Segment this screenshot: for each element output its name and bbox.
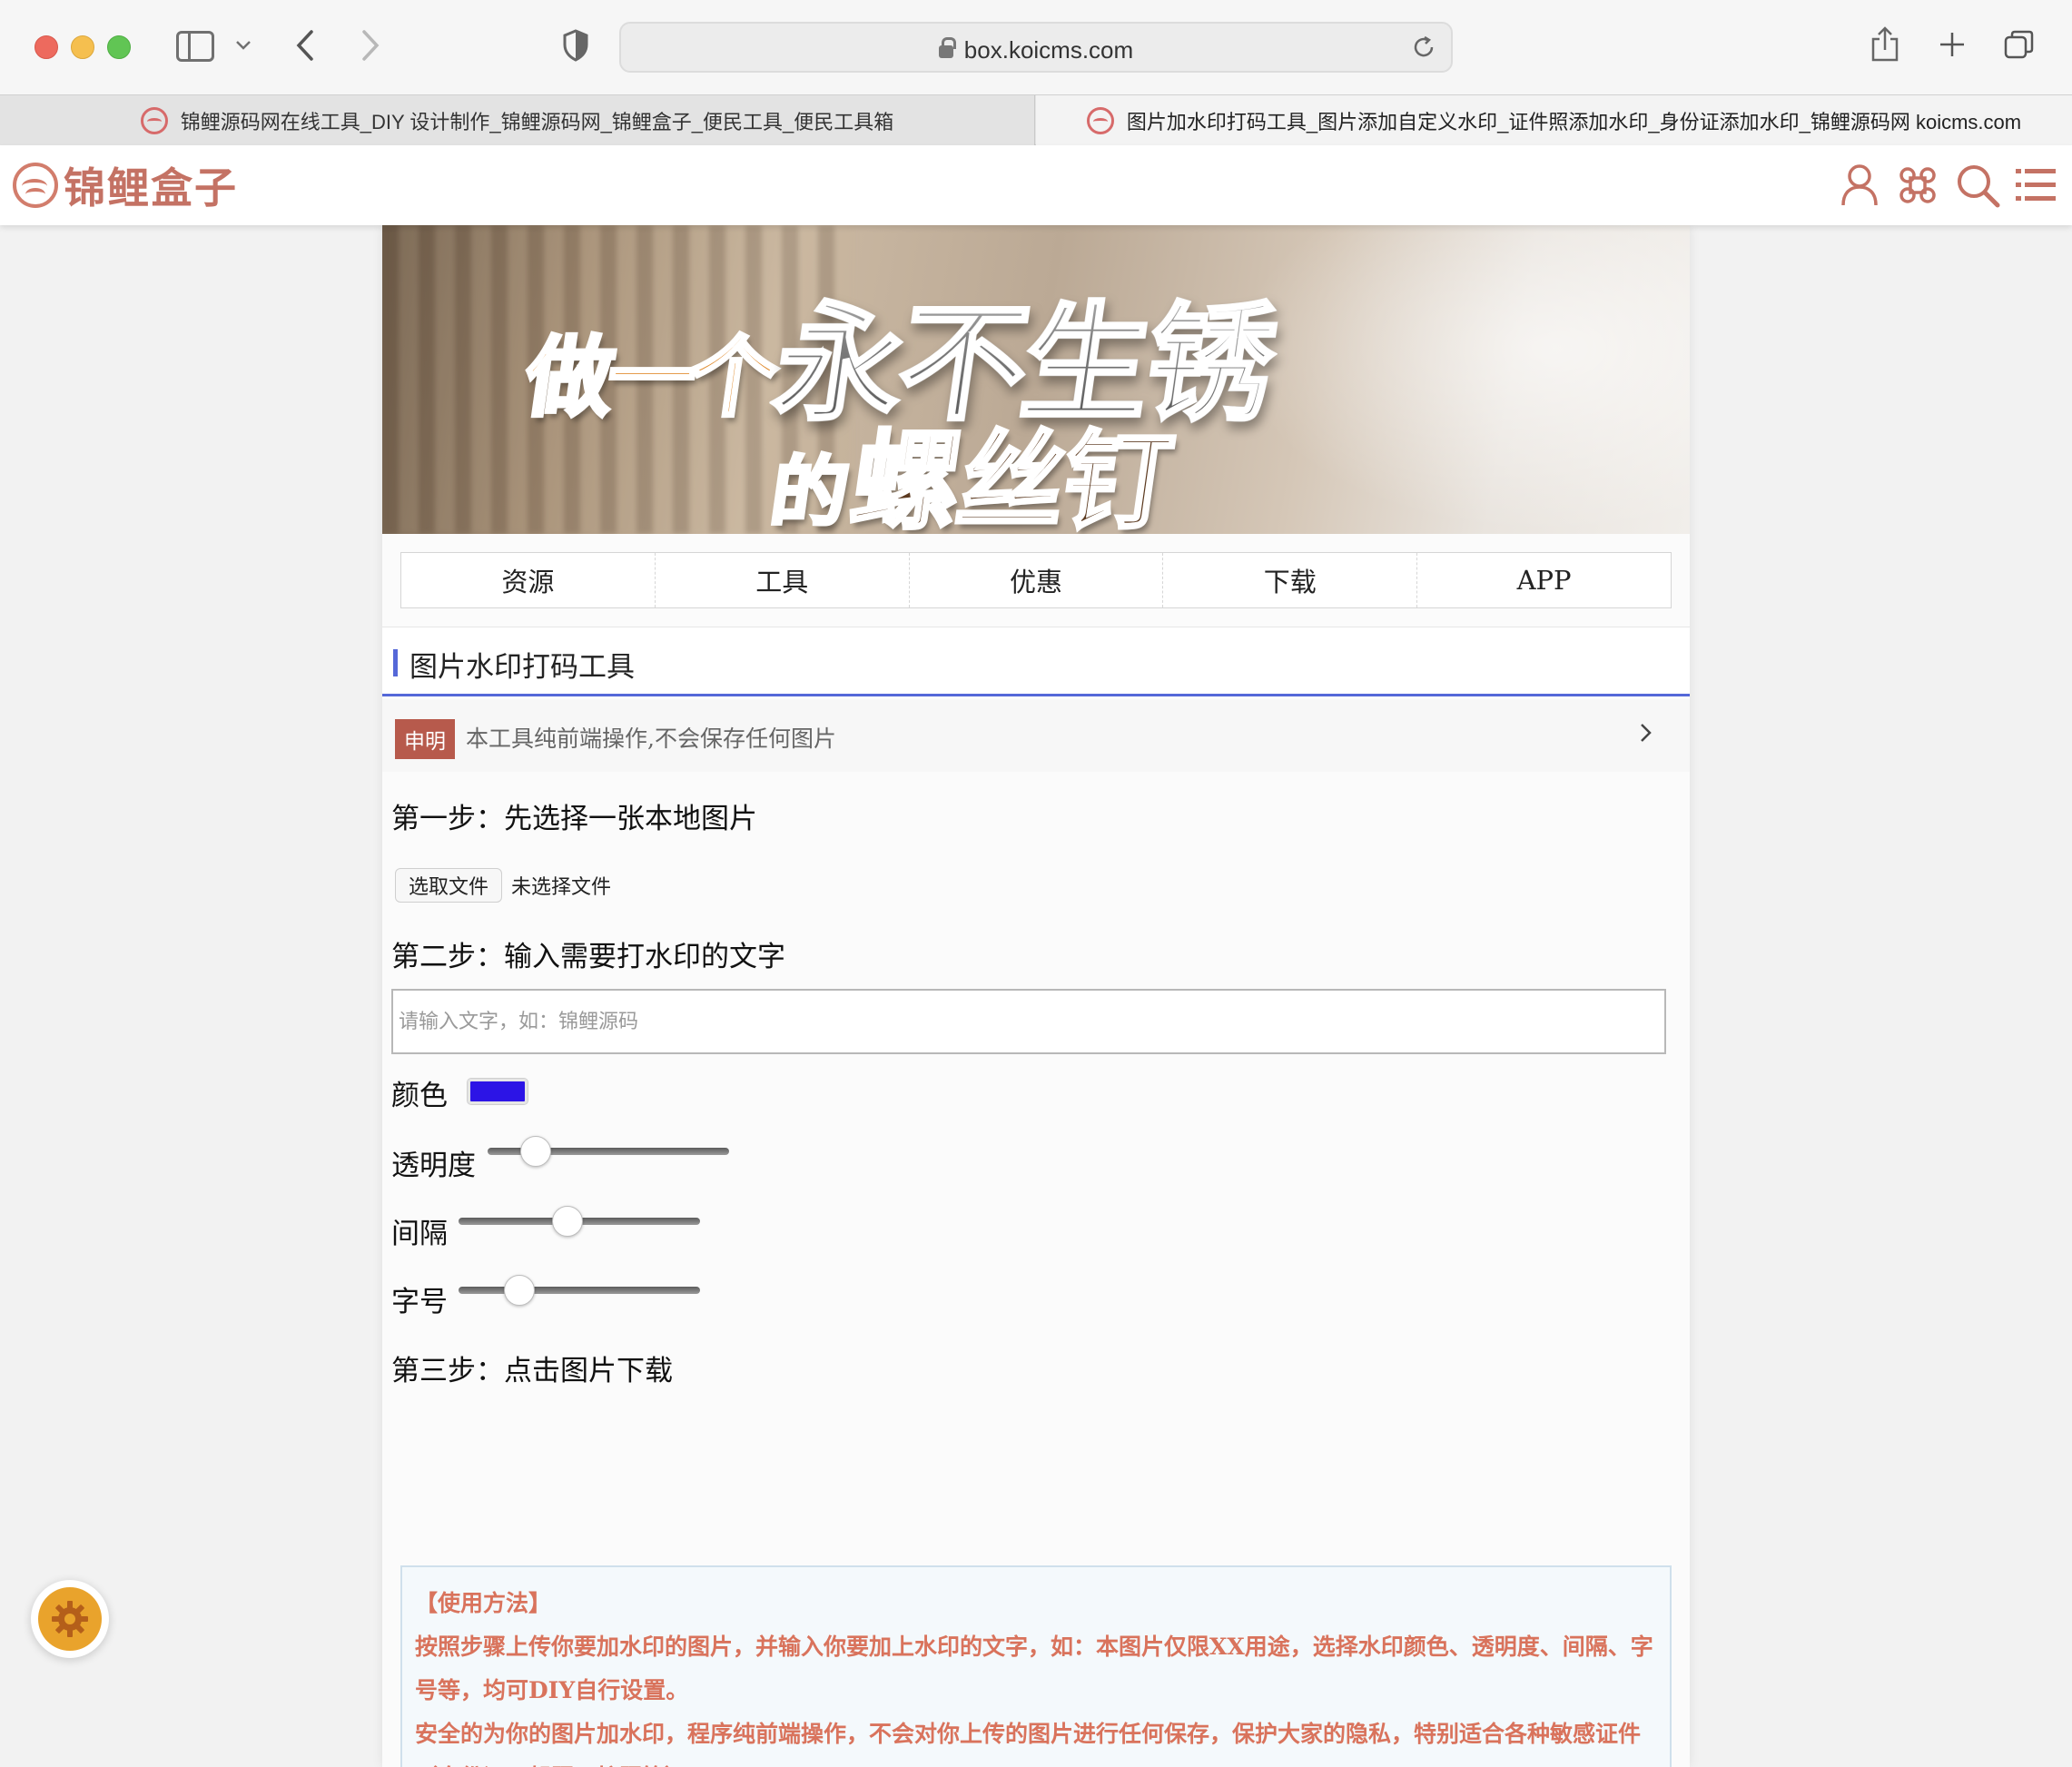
site-logo[interactable]: 锦鲤盒子 xyxy=(13,158,238,212)
step1-heading: 第一步：先选择一张本地图片 xyxy=(391,803,757,835)
banner-glow xyxy=(1236,225,1690,534)
nav-item-tools[interactable]: 工具 xyxy=(656,553,910,607)
reload-icon[interactable] xyxy=(1409,33,1438,62)
address-bar[interactable]: box.koicms.com xyxy=(619,22,1453,73)
chevron-down-icon[interactable] xyxy=(232,27,254,64)
forward-button[interactable] xyxy=(354,22,387,69)
file-status: 未选择文件 xyxy=(511,876,612,899)
logo-text: 锦鲤盒子 xyxy=(64,163,238,212)
usage-paragraph: 安全的为你的图片加水印，程序纯前端操作，不会对你上传的图片进行任何保存，保护大家… xyxy=(415,1721,1642,1767)
spacing-label: 间隔 xyxy=(391,1218,448,1250)
window-zoom-button[interactable] xyxy=(107,35,131,59)
privacy-shield-icon[interactable] xyxy=(559,27,592,64)
menu-icon[interactable] xyxy=(2012,162,2059,209)
browser-toolbar: box.koicms.com xyxy=(0,0,2072,94)
choose-file-button[interactable]: 选取文件 xyxy=(395,868,503,903)
nav-item-app[interactable]: APP xyxy=(1417,553,1671,607)
slider-thumb[interactable] xyxy=(503,1275,535,1306)
step2-heading: 第二步：输入需要打水印的文字 xyxy=(391,941,785,973)
watermark-text-input[interactable] xyxy=(393,991,1664,1052)
fontsize-label: 字号 xyxy=(391,1286,448,1318)
tab-title: 图片加水印打码工具_图片添加自定义水印_证件照添加水印_身份证添加水印_锦鲤源码… xyxy=(1126,110,2022,133)
usage-title: 【使用方法】 xyxy=(415,1590,552,1616)
banner-slogan-big: 螺丝钉 xyxy=(842,417,1179,534)
apps-icon[interactable] xyxy=(1894,162,1941,209)
site-favicon-icon xyxy=(1086,106,1114,134)
gear-icon xyxy=(38,1587,102,1651)
notice-text: 本工具纯前端操作,不会保存任何图片 xyxy=(466,726,836,752)
banner-image[interactable]: 做一个 永不生锈 的 螺丝钉 xyxy=(382,225,1690,534)
share-icon[interactable] xyxy=(1867,24,1903,65)
fontsize-slider[interactable] xyxy=(459,1275,700,1306)
site-header: 锦鲤盒子 xyxy=(0,145,2072,225)
chevron-right-icon[interactable] xyxy=(1639,717,1653,751)
notice-bar[interactable]: 申明 本工具纯前端操作,不会保存任何图片 xyxy=(382,699,1690,772)
spacing-slider[interactable] xyxy=(459,1206,700,1237)
slider-track xyxy=(459,1287,700,1294)
url-text: box.koicms.com xyxy=(963,36,1134,64)
window-close-button[interactable] xyxy=(35,35,58,59)
banner-slogan-small: 的 xyxy=(764,446,856,534)
page-content: 做一个 永不生锈 的 螺丝钉 资源 工具 优惠 下载 APP 图片水印打码工具 … xyxy=(382,225,1690,1767)
tool-header: 图片水印打码工具 xyxy=(382,627,1690,696)
user-icon[interactable] xyxy=(1836,162,1883,209)
nav-item-deals[interactable]: 优惠 xyxy=(910,553,1164,607)
usage-box: 【使用方法】 按照步骤上传你要加水印的图片，并输入你要加上水印的文字，如：本图片… xyxy=(400,1565,1672,1767)
tab-bar: 锦鲤源码网在线工具_DIY 设计制作_锦鲤源码网_锦鲤盒子_便民工具_便民工具箱… xyxy=(0,94,2072,145)
browser-tab-active[interactable]: 图片加水印打码工具_图片添加自定义水印_证件照添加水印_身份证添加水印_锦鲤源码… xyxy=(1036,95,2072,145)
lock-icon xyxy=(938,37,956,58)
nav-item-resources[interactable]: 资源 xyxy=(401,553,656,607)
opacity-label: 透明度 xyxy=(391,1150,476,1182)
title-accent-bar xyxy=(393,649,398,676)
slider-thumb[interactable] xyxy=(520,1136,552,1167)
main-nav: 资源 工具 优惠 下载 APP xyxy=(400,552,1672,608)
new-tab-icon[interactable] xyxy=(1934,24,1970,65)
nav-item-downloads[interactable]: 下载 xyxy=(1163,553,1418,607)
sidebar-toggle-icon[interactable] xyxy=(176,31,214,62)
banner-slogan-line2: 的 螺丝钉 xyxy=(764,394,1179,534)
search-icon[interactable] xyxy=(1954,162,2001,209)
tab-overview-icon[interactable] xyxy=(2001,24,2037,65)
color-label: 颜色 xyxy=(391,1080,448,1112)
file-picker: 选取文件 未选择文件 xyxy=(395,868,611,903)
watermark-text-field[interactable] xyxy=(391,989,1666,1054)
site-favicon-icon xyxy=(140,106,168,134)
tab-title: 锦鲤源码网在线工具_DIY 设计制作_锦鲤源码网_锦鲤盒子_便民工具_便民工具箱 xyxy=(180,110,894,133)
opacity-slider[interactable] xyxy=(488,1136,729,1167)
notice-badge: 申明 xyxy=(395,719,455,759)
page-title: 图片水印打码工具 xyxy=(409,651,635,684)
banner-slogan-small: 做一个 xyxy=(518,325,781,430)
back-button[interactable] xyxy=(289,22,321,69)
browser-tab[interactable]: 锦鲤源码网在线工具_DIY 设计制作_锦鲤源码网_锦鲤盒子_便民工具_便民工具箱 xyxy=(0,95,1035,145)
slider-thumb[interactable] xyxy=(551,1206,583,1237)
color-picker[interactable] xyxy=(467,1078,528,1105)
window-minimize-button[interactable] xyxy=(71,35,94,59)
koi-logo-icon xyxy=(13,163,58,208)
settings-button[interactable] xyxy=(31,1580,109,1658)
step3-heading: 第三步：点击图片下载 xyxy=(391,1355,673,1387)
usage-paragraph: 按照步骤上传你要加水印的图片，并输入你要加上水印的文字，如：本图片仅限XX用途，… xyxy=(415,1634,1653,1703)
